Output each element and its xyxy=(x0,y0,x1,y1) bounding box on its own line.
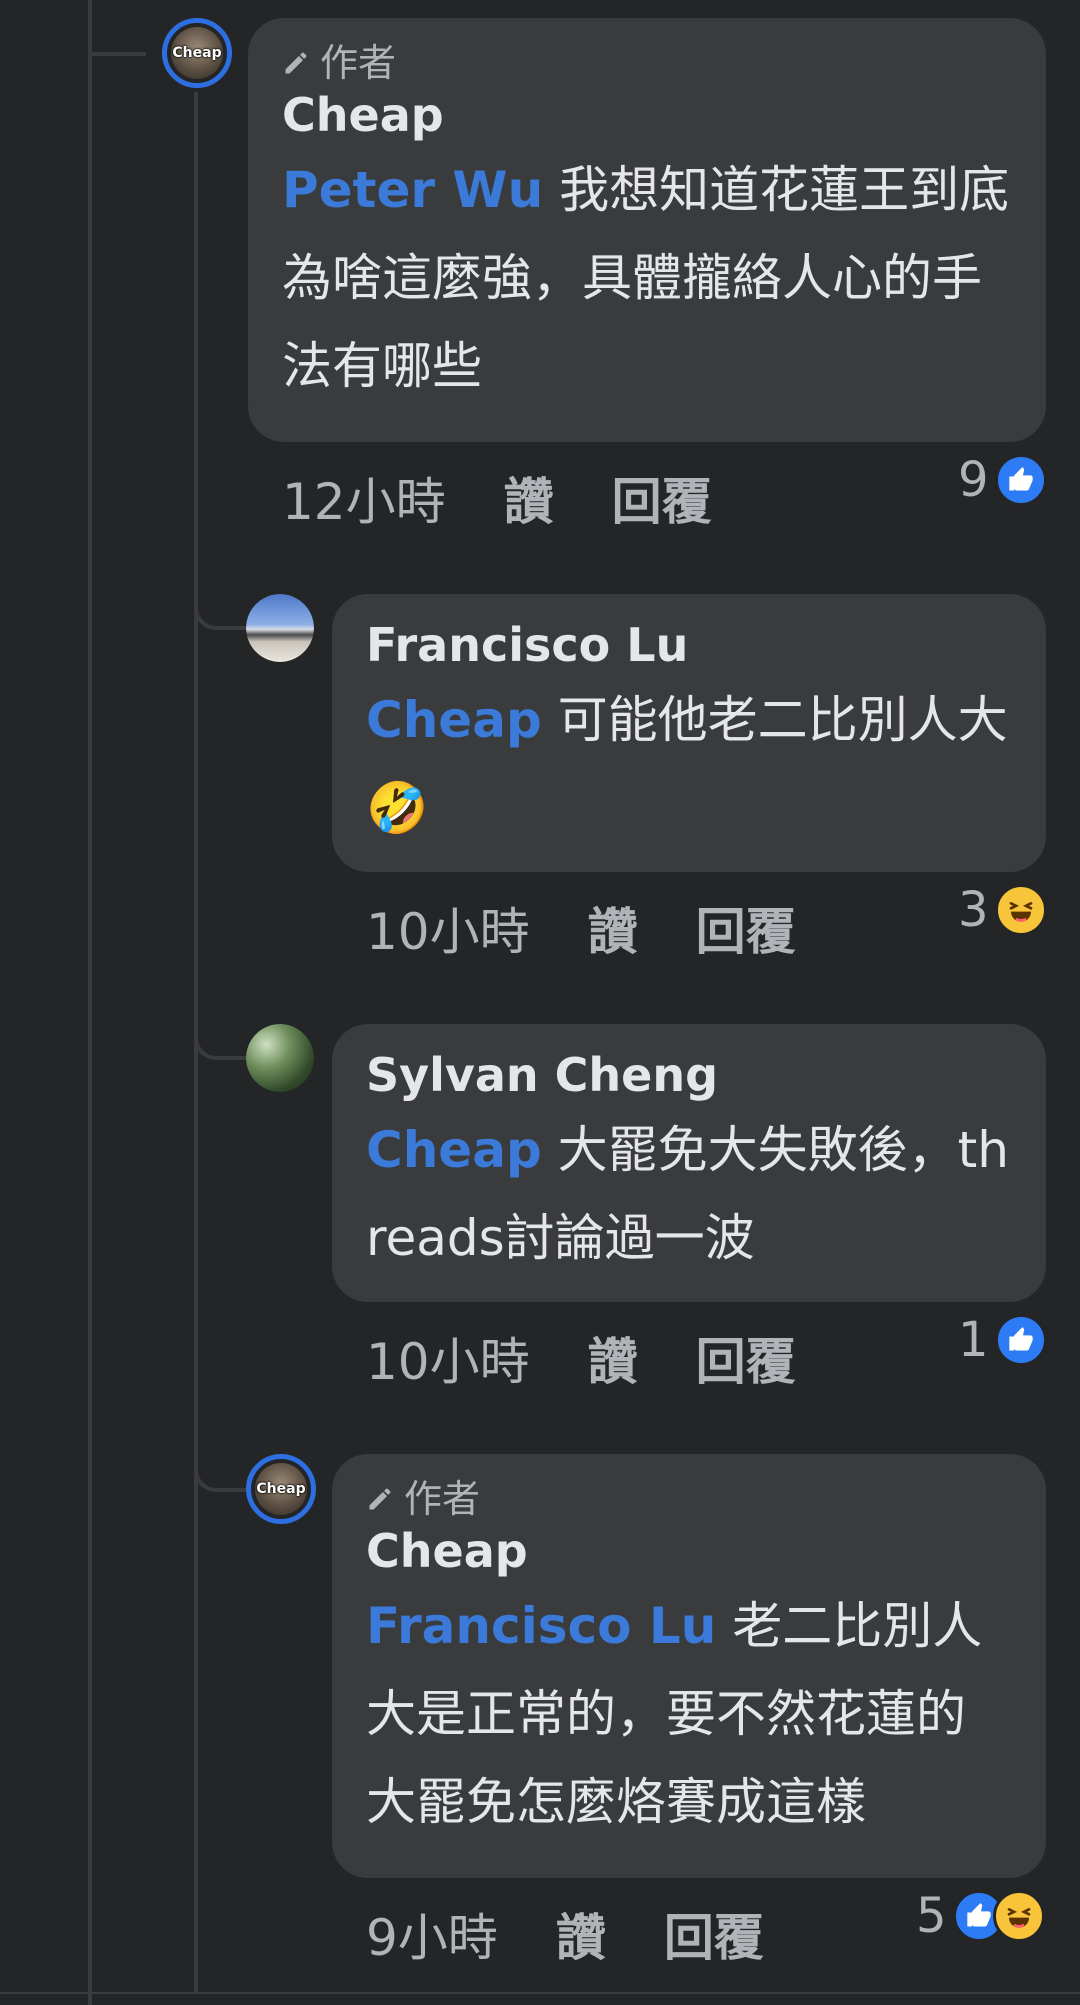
thread-line-outer xyxy=(88,0,92,2005)
thumbs-up-icon xyxy=(994,1314,1047,1366)
like-button[interactable]: 讚 xyxy=(556,1906,606,1970)
mention-link[interactable]: Cheap xyxy=(366,691,542,749)
reaction-count: 1 xyxy=(958,1312,989,1368)
thread-connector xyxy=(88,0,146,56)
reaction-summary[interactable]: 9 xyxy=(958,452,1047,508)
author-badge: 作者 xyxy=(282,40,1012,86)
reaction-count: 9 xyxy=(958,452,989,508)
comment-text: Cheap 大罷免大失敗後，threads討論過一波 xyxy=(366,1106,1012,1282)
reply-button[interactable]: 回覆 xyxy=(696,1330,796,1394)
timestamp[interactable]: 9小時 xyxy=(366,1906,498,1970)
like-button[interactable]: 讚 xyxy=(504,470,554,534)
pencil-icon xyxy=(285,52,307,74)
divider xyxy=(0,1992,1080,1994)
author-badge-label: 作者 xyxy=(320,41,397,85)
comment-bubble[interactable]: Sylvan Cheng Cheap 大罷免大失敗後，threads討論過一波 xyxy=(332,1024,1046,1302)
comment-actions: 12小時 讚 回覆 xyxy=(282,470,712,534)
reply-button[interactable]: 回覆 xyxy=(696,900,796,964)
commenter-name[interactable]: Cheap xyxy=(366,1522,1012,1580)
avatar[interactable] xyxy=(246,1024,314,1092)
commenter-name[interactable]: Cheap xyxy=(282,86,1012,144)
mention-link[interactable]: Cheap xyxy=(366,1121,542,1179)
like-button[interactable]: 讚 xyxy=(588,1330,638,1394)
mention-link[interactable]: Francisco Lu xyxy=(366,1597,716,1655)
comment-text: Peter Wu 我想知道花蓮王到底為啥這麼強，具體攏絡人心的手法有哪些 xyxy=(282,146,1012,410)
timestamp[interactable]: 10小時 xyxy=(366,900,530,964)
comment-bubble[interactable]: 作者 Cheap Peter Wu 我想知道花蓮王到底為啥這麼強，具體攏絡人心的… xyxy=(248,18,1046,442)
thread-connector xyxy=(194,560,248,630)
commenter-name[interactable]: Francisco Lu xyxy=(366,616,1012,674)
reply-button[interactable]: 回覆 xyxy=(664,1906,764,1970)
thread-connector xyxy=(194,1420,248,1492)
reply-button[interactable]: 回覆 xyxy=(612,470,712,534)
timestamp[interactable]: 10小時 xyxy=(366,1330,530,1394)
commenter-name[interactable]: Sylvan Cheng xyxy=(366,1046,1012,1104)
avatar[interactable] xyxy=(246,594,314,662)
reaction-count: 5 xyxy=(916,1888,947,1944)
reaction-summary[interactable]: 1 xyxy=(958,1312,1047,1368)
thread-connector xyxy=(194,990,248,1060)
avatar-label: Cheap xyxy=(172,45,222,61)
reaction-summary[interactable]: 3 xyxy=(958,882,1047,938)
comment-actions: 10小時 讚 回覆 xyxy=(366,900,796,964)
reaction-summary[interactable]: 5 xyxy=(916,1888,1045,1944)
mention-link[interactable]: Peter Wu xyxy=(282,161,543,219)
thumbs-up-icon xyxy=(994,454,1047,506)
comment-bubble[interactable]: Francisco Lu Cheap 可能他老二比別人大🤣 xyxy=(332,594,1046,872)
laughing-face-icon xyxy=(992,1890,1045,1942)
avatar[interactable]: Cheap xyxy=(246,1454,316,1524)
comment-bubble[interactable]: 作者 Cheap Francisco Lu 老二比別人大是正常的，要不然花蓮的大… xyxy=(332,1454,1046,1878)
laughing-face-icon xyxy=(994,884,1047,936)
avatar[interactable]: Cheap xyxy=(162,18,232,88)
comment-text: Francisco Lu 老二比別人大是正常的，要不然花蓮的大罷免怎麼烙賽成這樣 xyxy=(366,1582,1012,1846)
comment-actions: 9小時 讚 回覆 xyxy=(366,1906,764,1970)
reaction-count: 3 xyxy=(958,882,989,938)
avatar-label: Cheap xyxy=(256,1481,306,1497)
author-badge-label: 作者 xyxy=(404,1477,481,1521)
timestamp[interactable]: 12小時 xyxy=(282,470,446,534)
comment-actions: 10小時 讚 回覆 xyxy=(366,1330,796,1394)
pencil-icon xyxy=(369,1488,391,1510)
like-button[interactable]: 讚 xyxy=(588,900,638,964)
comment-text: Cheap 可能他老二比別人大🤣 xyxy=(366,676,1012,852)
author-badge: 作者 xyxy=(366,1476,1012,1522)
